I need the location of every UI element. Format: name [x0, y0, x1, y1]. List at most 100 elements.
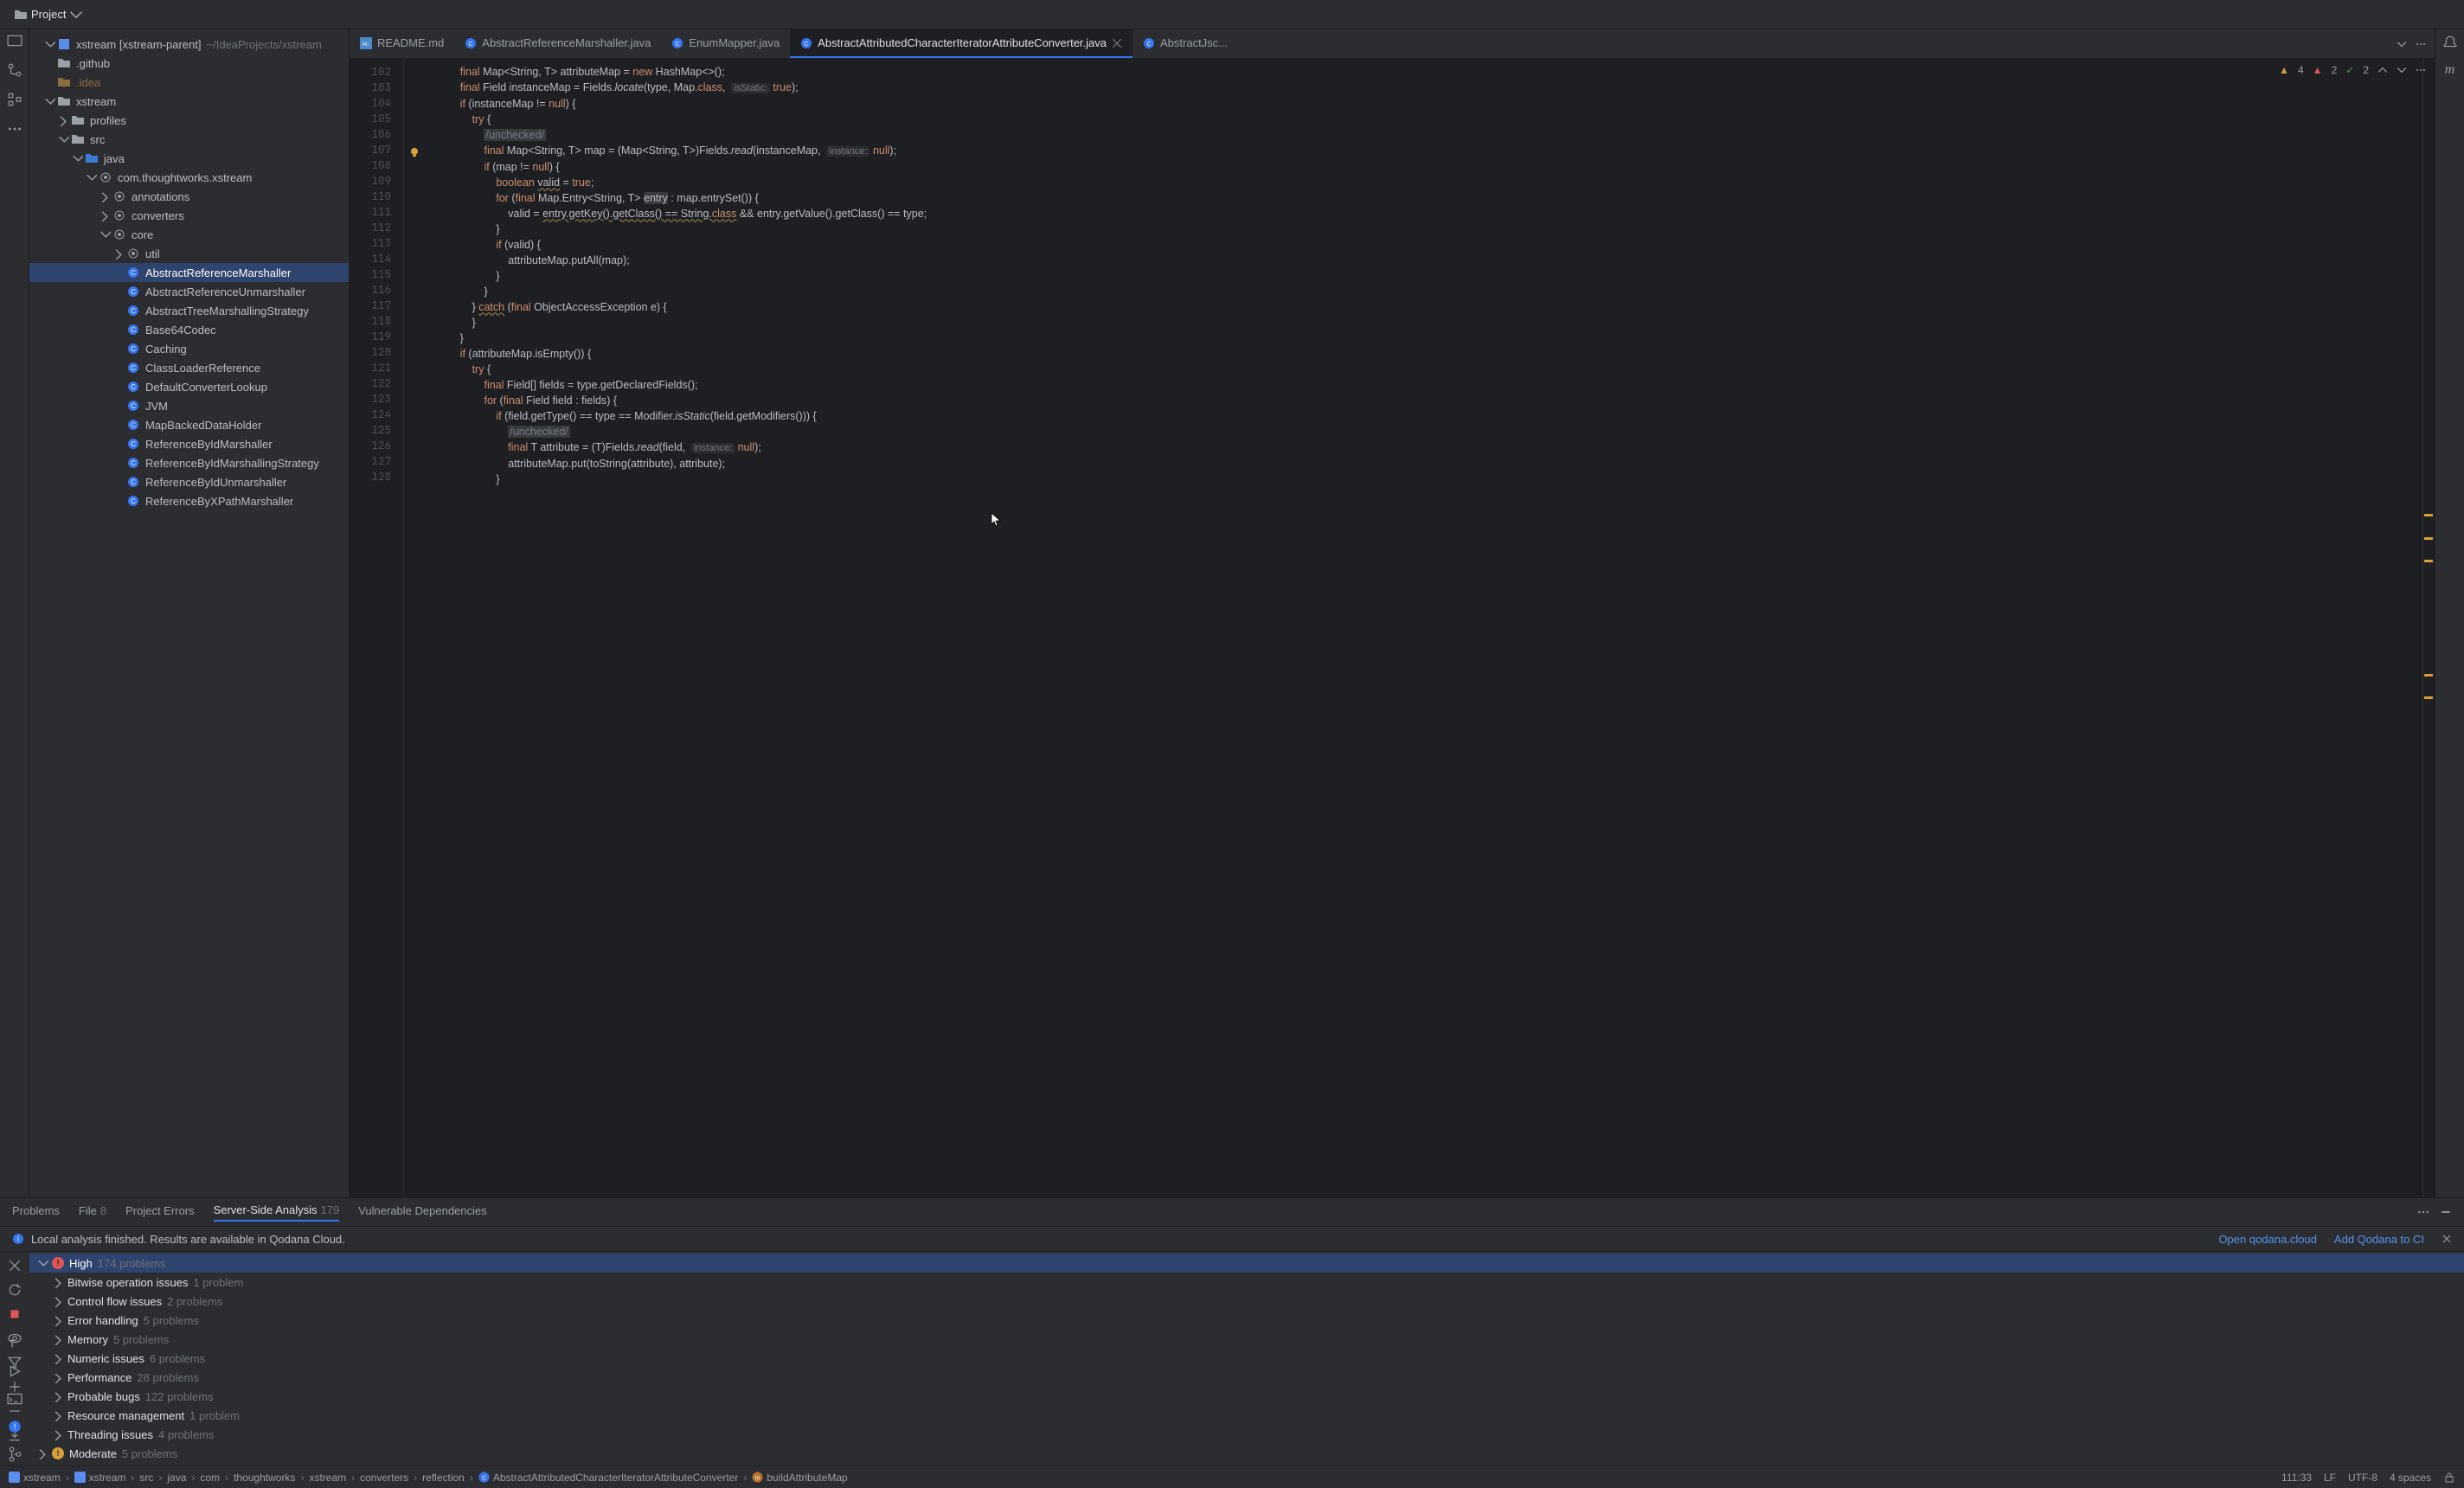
todo-icon[interactable]: T — [7, 1336, 22, 1351]
problems-tab[interactable]: Server-Side Analysis179 — [214, 1203, 340, 1222]
breadcrumb-item[interactable]: reflection — [422, 1472, 465, 1484]
chevron-down-icon[interactable] — [2397, 39, 2407, 49]
problems-tab[interactable]: Vulnerable Dependencies — [358, 1204, 486, 1221]
tree-item[interactable]: converters — [29, 206, 349, 225]
editor-tab[interactable]: CAbstractAttributedCharacterIteratorAttr… — [790, 29, 1133, 58]
close-icon[interactable] — [8, 1259, 22, 1273]
problems-tab[interactable]: File8 — [79, 1204, 106, 1221]
svg-text:C: C — [469, 42, 473, 48]
tree-item[interactable]: C Base64Codec — [29, 320, 349, 339]
info-icon: i — [12, 1233, 24, 1245]
problem-group[interactable]: Error handling5 problems — [29, 1311, 2464, 1330]
tree-item[interactable]: .idea — [29, 73, 349, 92]
project-icon[interactable] — [7, 33, 22, 48]
more-icon[interactable] — [2416, 39, 2426, 49]
markdown-icon: M↓ — [360, 37, 372, 49]
breadcrumb-item[interactable]: thoughtworks — [234, 1472, 295, 1484]
tree-item[interactable]: C ReferenceByXPathMarshaller — [29, 491, 349, 510]
stop-icon[interactable] — [8, 1307, 22, 1321]
problem-group[interactable]: !High174 problems — [29, 1254, 2464, 1273]
tree-item[interactable]: C ReferenceByIdMarshallingStrategy — [29, 453, 349, 472]
indent[interactable]: 4 spaces — [2390, 1472, 2431, 1484]
project-tool-button[interactable]: Project — [7, 4, 90, 25]
cursor-position[interactable]: 111:33 — [2281, 1472, 2312, 1484]
open-qodana-link[interactable]: Open qodana.cloud — [2218, 1233, 2316, 1246]
editor-tab[interactable]: CAbstractReferenceMarshaller.java — [454, 29, 661, 58]
breadcrumb-item[interactable]: CAbstractAttributedCharacterIteratorAttr… — [478, 1472, 738, 1484]
tree-root[interactable]: xstream [xstream-parent] ~/IdeaProjects/… — [29, 35, 349, 54]
problem-group[interactable]: Control flow issues2 problems — [29, 1292, 2464, 1311]
problem-group[interactable]: Numeric issues6 problems — [29, 1349, 2464, 1368]
svg-text:!: ! — [14, 1422, 16, 1432]
svg-text:C: C — [131, 364, 136, 372]
tree-item[interactable]: core — [29, 225, 349, 244]
breadcrumb-item[interactable]: xstream — [309, 1472, 346, 1484]
chevron-up-icon[interactable] — [2377, 65, 2388, 75]
more-icon[interactable] — [7, 121, 22, 137]
intention-bulb-icon[interactable] — [408, 146, 420, 158]
maven-icon[interactable]: m — [2445, 62, 2455, 78]
inspection-indicators[interactable]: ▲4 ▲2 ✓2 — [2279, 64, 2426, 76]
tree-item[interactable]: C ReferenceByIdMarshaller — [29, 434, 349, 453]
svg-text:i: i — [17, 1235, 19, 1243]
notifications-icon[interactable] — [2442, 35, 2458, 50]
breadcrumb-item[interactable]: src — [139, 1472, 153, 1484]
problems-tab[interactable]: Problems — [12, 1204, 60, 1221]
vcs-icon[interactable] — [7, 62, 22, 78]
breadcrumb-item[interactable]: xstream — [74, 1472, 126, 1484]
problem-group[interactable]: Probable bugs122 problems — [29, 1387, 2464, 1406]
tree-item[interactable]: profiles — [29, 111, 349, 130]
breadcrumb-item[interactable]: java — [167, 1472, 186, 1484]
git-icon[interactable] — [7, 1446, 22, 1462]
tree-item[interactable]: xstream — [29, 92, 349, 111]
tree-item[interactable]: java — [29, 149, 349, 168]
encoding[interactable]: UTF-8 — [2348, 1472, 2377, 1484]
editor-tab[interactable]: CAbstractJsc... — [1133, 29, 1238, 58]
terminal-icon[interactable] — [7, 1391, 22, 1407]
breadcrumb-item[interactable]: xstream — [9, 1472, 61, 1484]
editor-tab[interactable]: M↓README.md — [350, 29, 454, 58]
tree-item[interactable]: src — [29, 130, 349, 149]
refresh-icon[interactable] — [8, 1283, 22, 1297]
more-icon[interactable] — [2416, 65, 2426, 75]
close-tab-icon[interactable] — [1112, 38, 1122, 48]
problems-tab[interactable]: Project Errors — [125, 1204, 194, 1221]
line-ending[interactable]: LF — [2324, 1472, 2336, 1484]
tree-item[interactable]: C AbstractReferenceMarshaller — [29, 263, 349, 282]
code-editor[interactable]: final Map<String, T> attributeMap = new … — [424, 59, 2422, 1197]
tree-item[interactable]: C ClassLoaderReference — [29, 358, 349, 377]
tree-item[interactable]: C Caching — [29, 339, 349, 358]
tree-item[interactable]: C JVM — [29, 396, 349, 415]
breadcrumb-item[interactable]: converters — [360, 1472, 408, 1484]
tree-item[interactable]: C AbstractReferenceUnmarshaller — [29, 282, 349, 301]
tree-item[interactable]: annotations — [29, 187, 349, 206]
editor-tab[interactable]: CEnumMapper.java — [661, 29, 790, 58]
close-banner-icon[interactable] — [2442, 1234, 2452, 1244]
minimize-icon[interactable] — [2440, 1206, 2452, 1218]
problem-group[interactable]: Threading issues4 problems — [29, 1425, 2464, 1444]
chevron-icon — [52, 1428, 64, 1440]
tree-item[interactable]: com.thoughtworks.xstream — [29, 168, 349, 187]
readonly-icon[interactable] — [2443, 1472, 2455, 1484]
run-icon[interactable] — [7, 1363, 22, 1379]
problem-group[interactable]: !Moderate5 problems — [29, 1444, 2464, 1463]
chevron-down-icon[interactable] — [2397, 65, 2407, 75]
problems-tool-icon[interactable]: ! — [7, 1419, 22, 1434]
problem-group[interactable]: Bitwise operation issues1 problem — [29, 1273, 2464, 1292]
tree-item[interactable]: C MapBackedDataHolder — [29, 415, 349, 434]
tree-item[interactable]: .github — [29, 54, 349, 73]
tree-item[interactable]: util — [29, 244, 349, 263]
error-stripe[interactable] — [2422, 59, 2435, 1197]
breadcrumb-item[interactable]: com — [200, 1472, 220, 1484]
more-icon[interactable] — [2417, 1206, 2429, 1218]
add-qodana-ci-link[interactable]: Add Qodana to CI — [2334, 1233, 2424, 1246]
tree-item[interactable]: C DefaultConverterLookup — [29, 377, 349, 396]
tree-item[interactable]: C ReferenceByIdUnmarshaller — [29, 472, 349, 491]
structure-icon[interactable] — [7, 92, 22, 107]
breadcrumbs-bar: xstream›xstream›src›java›com›thoughtwork… — [0, 1466, 2464, 1488]
problem-group[interactable]: Resource management1 problem — [29, 1406, 2464, 1425]
problem-group[interactable]: Performance28 problems — [29, 1368, 2464, 1387]
tree-item[interactable]: C AbstractTreeMarshallingStrategy — [29, 301, 349, 320]
problem-group[interactable]: Memory5 problems — [29, 1330, 2464, 1349]
breadcrumb-item[interactable]: mbuildAttributeMap — [752, 1472, 847, 1484]
